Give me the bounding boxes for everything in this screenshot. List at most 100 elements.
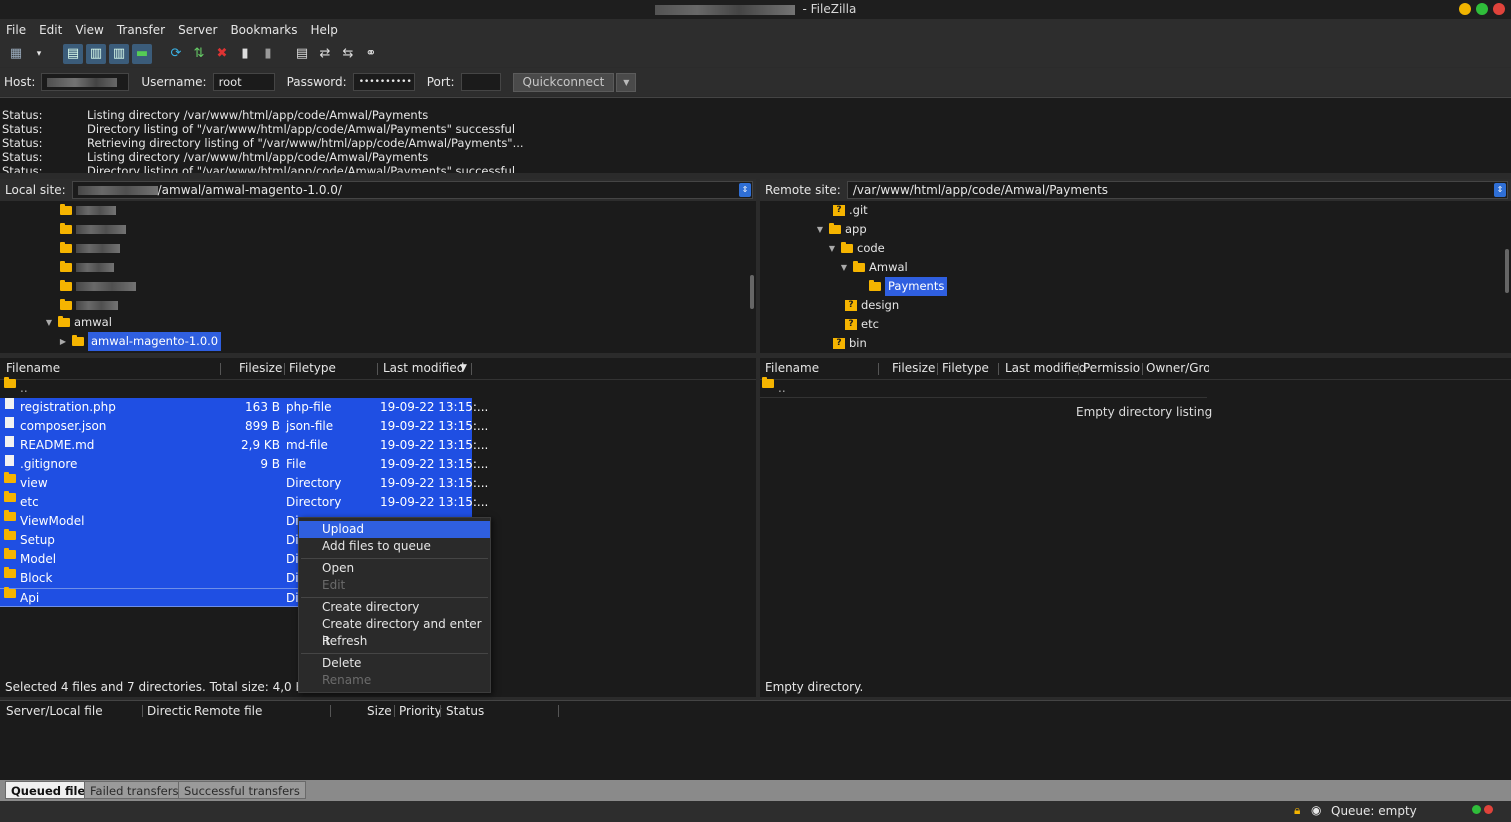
host-input[interactable] — [41, 73, 130, 91]
menu-item-create-directory[interactable]: Create directory — [299, 599, 490, 616]
search-icon[interactable]: ⚭ — [361, 44, 381, 64]
col-filesize[interactable]: Filesize — [239, 361, 282, 375]
tree-item-redacted[interactable] — [44, 258, 114, 277]
tree-item-git[interactable]: ? .git — [833, 201, 868, 220]
menu-item-open[interactable]: Open — [299, 560, 490, 577]
menu-item-refresh[interactable]: Refresh — [299, 633, 490, 650]
remote-tree[interactable]: ? .git ▼ app ▼ code ▼ Amwal Payments ? design… — [760, 201, 1511, 353]
tree-item-etc[interactable]: ? etc — [845, 315, 879, 334]
chevron-updown-icon[interactable]: ⇕ — [1494, 183, 1506, 197]
menu-item-add-to-queue[interactable]: Add files to queue — [299, 538, 490, 555]
menu-help[interactable]: Help — [311, 23, 338, 37]
site-manager-icon[interactable]: ▦ — [6, 44, 26, 64]
toggle-local-tree-icon[interactable]: ▥ — [86, 43, 106, 64]
maximize-button[interactable] — [1476, 3, 1488, 15]
disconnect-icon[interactable]: ▮ — [235, 44, 255, 64]
remote-file-list[interactable]: Filename Filesize Filetype Last modified… — [760, 358, 1511, 678]
col-permissions[interactable]: Permissio — [1083, 361, 1141, 375]
folder-icon — [869, 280, 881, 291]
scrollbar[interactable] — [750, 275, 754, 309]
menu-bookmarks[interactable]: Bookmarks — [230, 23, 297, 37]
process-queue-icon[interactable]: ⇅ — [189, 44, 209, 64]
chevron-down-icon[interactable]: ▾ — [29, 44, 49, 64]
chevron-updown-icon[interactable]: ⇕ — [739, 183, 751, 197]
toggle-queue-icon[interactable]: ▬ — [132, 43, 152, 64]
tree-item-bin[interactable]: ? bin — [833, 334, 867, 353]
chevron-down-icon[interactable]: ▼ — [839, 258, 849, 277]
tree-item-design[interactable]: ? design — [845, 296, 899, 315]
folder-icon — [4, 377, 16, 388]
tree-item-redacted[interactable] — [60, 277, 136, 296]
scrollbar[interactable] — [1505, 249, 1509, 293]
tree-item-amwal[interactable]: ▼ Amwal — [839, 258, 908, 277]
table-row[interactable]: README.md 2,9 KB md-file 19-09-22 13:15:… — [0, 436, 488, 455]
close-button[interactable] — [1493, 3, 1505, 15]
menu-item-delete[interactable]: Delete — [299, 655, 490, 672]
col-size[interactable]: Size — [367, 704, 392, 718]
col-filename[interactable]: Filename — [6, 361, 60, 375]
tree-item-redacted[interactable] — [60, 201, 116, 220]
col-last-modified[interactable]: Last modified — [383, 361, 464, 375]
menu-item-create-directory-enter[interactable]: Create directory and enter it — [299, 616, 490, 648]
directory-listing-filter-icon[interactable]: ▤ — [292, 44, 312, 64]
table-row[interactable]: composer.json 899 B json-file 19-09-22 1… — [0, 417, 488, 436]
reconnect-icon[interactable]: ▮ — [258, 44, 278, 64]
local-tree[interactable]: ▼ amwal ▶ amwal-magento-1.0.0 — [0, 201, 756, 353]
username-input[interactable]: root — [212, 73, 275, 91]
chevron-right-icon[interactable]: ▶ — [58, 332, 68, 351]
col-direction[interactable]: Directio — [147, 704, 191, 718]
toggle-remote-tree-icon[interactable]: ▥ — [109, 43, 129, 64]
col-owner[interactable]: Owner/Grou — [1146, 361, 1209, 375]
col-remote-file[interactable]: Remote file — [194, 704, 262, 718]
col-server-local-file[interactable]: Server/Local file — [6, 704, 103, 718]
toggle-log-icon[interactable]: ▤ — [63, 43, 83, 64]
menu-view[interactable]: View — [75, 23, 103, 37]
menu-server[interactable]: Server — [178, 23, 217, 37]
tree-item-payments[interactable]: Payments — [869, 277, 948, 296]
compare-dirs-icon[interactable]: ⇄ — [315, 44, 335, 64]
chevron-down-icon[interactable]: ▼ — [815, 220, 825, 239]
menu-transfer[interactable]: Transfer — [117, 23, 165, 37]
tab-failed-transfers[interactable]: Failed transfers — [84, 781, 185, 799]
col-filename[interactable]: Filename — [765, 361, 819, 375]
refresh-icon[interactable]: ⟳ — [166, 44, 186, 64]
speed-limit-icon[interactable]: ◉ — [1311, 803, 1321, 817]
tree-item-app[interactable]: ▼ app — [815, 220, 867, 239]
table-row[interactable]: registration.php 163 B php-file 19-09-22… — [0, 398, 488, 417]
col-filetype[interactable]: Filetype — [942, 361, 989, 375]
col-filetype[interactable]: Filetype — [289, 361, 336, 375]
menu-item-upload[interactable]: Upload — [299, 521, 490, 538]
col-last-modified[interactable]: Last modified — [1005, 361, 1086, 375]
tree-item-redacted[interactable] — [60, 239, 120, 258]
password-input[interactable]: •••••••••• — [352, 73, 415, 91]
folder-icon — [853, 261, 865, 272]
chevron-down-icon[interactable]: ▼ — [827, 239, 837, 258]
col-priority[interactable]: Priority — [399, 704, 442, 718]
tree-item-amwal[interactable]: ▼ amwal — [44, 313, 112, 332]
col-filesize[interactable]: Filesize — [892, 361, 935, 375]
menu-file[interactable]: File — [6, 23, 26, 37]
title-redacted — [654, 4, 795, 15]
table-row[interactable]: view Directory 19-09-22 13:15:... — [0, 472, 488, 493]
tree-item-redacted[interactable] — [44, 220, 126, 239]
table-row[interactable]: etc Directory 19-09-22 13:15:... — [0, 491, 488, 512]
quickconnect-button[interactable]: Quickconnect — [512, 72, 615, 92]
menu-edit[interactable]: Edit — [39, 23, 62, 37]
tab-successful-transfers[interactable]: Successful transfers — [178, 781, 306, 799]
minimize-button[interactable] — [1459, 3, 1471, 15]
chevron-down-icon[interactable]: ▼ — [44, 313, 54, 332]
list-item-parent[interactable]: .. — [760, 377, 1207, 398]
message-log[interactable]: Status: Listing directory /var/www/html/a… — [0, 97, 1511, 173]
queue-list[interactable] — [0, 720, 1511, 780]
tree-item-code[interactable]: ▼ code — [827, 239, 885, 258]
quickconnect-dropdown[interactable]: ▼ — [616, 72, 637, 92]
port-input[interactable] — [460, 73, 501, 91]
cancel-icon[interactable]: ✖ — [212, 44, 232, 64]
local-path-input[interactable]: /amwal/amwal-magento-1.0.0/ ⇕ — [71, 181, 753, 199]
list-item-parent[interactable]: .. — [0, 377, 472, 398]
remote-path-input[interactable]: /var/www/html/app/code/Amwal/Payments ⇕ — [846, 181, 1508, 199]
col-status[interactable]: Status — [446, 704, 484, 718]
tree-item-selected[interactable]: ▶ amwal-magento-1.0.0 — [58, 332, 222, 351]
sync-browse-icon[interactable]: ⇆ — [338, 44, 358, 64]
table-row[interactable]: .gitignore 9 B File 19-09-22 13:15:... — [0, 455, 488, 474]
